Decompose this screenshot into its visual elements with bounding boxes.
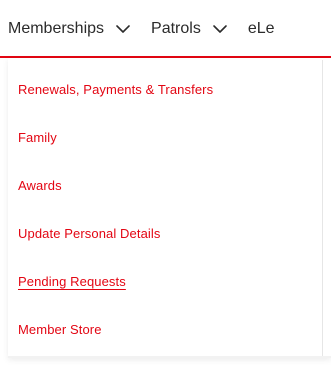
menu-item-renewals-payments-transfers[interactable]: Renewals, Payments & Transfers [18, 82, 213, 97]
menu-item-awards[interactable]: Awards [18, 178, 62, 193]
memberships-dropdown-menu [8, 58, 331, 358]
menu-item-member-store[interactable]: Member Store [18, 322, 102, 337]
menu-item-update-personal-details[interactable]: Update Personal Details [18, 226, 161, 241]
nav-item-patrols[interactable]: Patrols [151, 20, 228, 38]
nav-item-label: Patrols [151, 19, 201, 37]
menu-item-family[interactable]: Family [18, 130, 57, 145]
nav-item-elearning[interactable]: eLe [248, 20, 275, 38]
dropdown-bottom-edge [8, 356, 331, 358]
nav-item-label: eLe [247, 19, 275, 37]
page: Memberships Patrols eLe Renewals, Paymen… [0, 0, 331, 369]
nav-item-label: Memberships [8, 19, 105, 37]
chevron-down-icon [115, 24, 131, 34]
menu-item-pending-requests[interactable]: Pending Requests [18, 274, 126, 289]
dropdown-divider [322, 60, 323, 356]
chevron-down-icon [212, 24, 228, 34]
nav-item-memberships[interactable]: Memberships [8, 20, 131, 38]
top-navigation: Memberships Patrols eLe [0, 0, 331, 57]
